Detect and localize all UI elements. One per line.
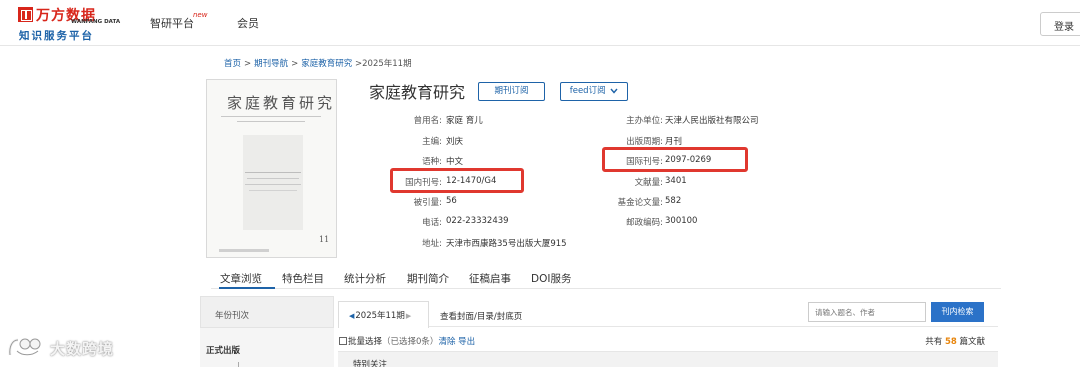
former-name-value: 家庭 育儿 xyxy=(446,116,483,126)
year-issue-header[interactable]: 年份刊次 xyxy=(200,296,334,328)
nav-member[interactable]: 会员 xyxy=(237,15,259,31)
fund-papers-label: 基金论文量: xyxy=(617,198,663,208)
total-number: 58 xyxy=(944,337,957,347)
breadcrumb-journal[interactable]: 家庭教育研究 xyxy=(301,59,352,69)
phone-label: 电话: xyxy=(422,218,442,228)
login-button[interactable]: 登录 xyxy=(1040,12,1080,36)
docs-value: 3401 xyxy=(665,176,687,186)
logo-mark-icon xyxy=(18,7,33,22)
highlight-box-cn-number xyxy=(390,168,524,193)
prev-issue-icon[interactable]: ◀ xyxy=(349,312,354,320)
journal-cover-image[interactable]: 家庭教育研究 11 xyxy=(206,79,337,258)
tab-journal-intro[interactable]: 期刊简介 xyxy=(407,271,449,286)
cycle-label: 出版周期: xyxy=(626,137,663,147)
tab-featured-columns[interactable]: 特色栏目 xyxy=(282,271,324,286)
export-link[interactable]: 导出 xyxy=(458,337,475,347)
cover-rule xyxy=(249,190,297,191)
total-suffix: 篇文献 xyxy=(959,337,985,347)
new-badge: new xyxy=(193,11,208,19)
total-prefix: 共有 xyxy=(925,337,943,347)
chevron-down-icon xyxy=(610,88,618,94)
tab-call-for-papers[interactable]: 征稿启事 xyxy=(469,271,511,286)
cover-barcode xyxy=(219,249,269,252)
postcode-label: 邮政编码: xyxy=(626,218,663,228)
docs-label: 文献量: xyxy=(634,178,663,188)
journal-tabs: 文章浏览 特色栏目 统计分析 期刊简介 征稿启事 DOI服务 xyxy=(211,265,1001,289)
watermark-text: 大数跨境 xyxy=(50,340,115,358)
formal-publication-label[interactable]: 正式出版 xyxy=(206,344,240,356)
address-label: 地址: xyxy=(422,239,442,249)
special-attention-label: 特别关注 xyxy=(353,360,388,367)
wanfang-logo[interactable]: 万方数据 WANFANG DATA 知识服务平台 xyxy=(18,6,121,42)
year-issue-panel: 年份刊次 正式出版 xyxy=(200,296,334,367)
cycle-value: 月刊 xyxy=(665,137,683,147)
total-count: 共有 58 篇文献 xyxy=(925,335,985,347)
cover-rule xyxy=(237,121,305,122)
special-section-header: 特别关注 xyxy=(338,351,998,367)
editor-label: 主编: xyxy=(422,137,442,147)
highlight-box-issn xyxy=(602,147,748,172)
cover-title: 家庭教育研究 xyxy=(227,94,336,112)
view-cover-link[interactable]: 查看封面/目录/封底页 xyxy=(440,310,522,322)
feed-subscribe-button[interactable]: feed订阅 xyxy=(560,82,628,101)
breadcrumb-separator: > xyxy=(291,59,299,69)
cover-rule xyxy=(245,184,301,185)
breadcrumb: 首页 > 期刊导航 > 家庭教育研究 >2025年11期 xyxy=(224,57,412,69)
language-value: 中文 xyxy=(446,157,464,167)
cover-artwork xyxy=(243,135,303,230)
journal-subscribe-button[interactable]: 期刊订阅 xyxy=(478,82,545,101)
logo-sub-text: 知识服务平台 xyxy=(19,30,94,42)
issue-selector[interactable]: ◀2025年11期▶ xyxy=(338,301,429,328)
watermark-logo-icon xyxy=(8,338,41,356)
clear-link[interactable]: 清除 xyxy=(438,337,455,347)
language-label: 语种: xyxy=(422,157,442,167)
fund-papers-value: 582 xyxy=(665,196,682,206)
cited-value: 56 xyxy=(446,196,457,206)
cover-rule xyxy=(245,172,301,173)
tab-doi-service[interactable]: DOI服务 xyxy=(531,271,571,286)
issue-label: 2025年11期 xyxy=(355,311,405,321)
batch-select-label[interactable]: 批量选择 xyxy=(348,337,382,347)
editor-value: 刘庆 xyxy=(446,137,464,147)
batch-select-row: 批量选择（已选择0条）清除 导出 共有 58 篇文献 xyxy=(338,335,998,349)
in-journal-search-button[interactable]: 刊内检索 xyxy=(931,302,984,322)
phone-value: 022-23332439 xyxy=(446,216,509,226)
batch-select-checkbox[interactable] xyxy=(339,337,347,345)
selected-count: （已选择0条） xyxy=(382,337,439,347)
batch-select-group: 批量选择（已选择0条）清除 导出 xyxy=(348,335,475,347)
in-journal-search-input[interactable] xyxy=(808,302,926,322)
issue-toolbar: ◀2025年11期▶ 查看封面/目录/封底页 刊内检索 xyxy=(338,297,998,328)
sponsor-label: 主办单位: xyxy=(626,116,663,126)
former-name-label: 曾用名: xyxy=(413,116,442,126)
cover-issue-number: 11 xyxy=(319,235,330,244)
breadcrumb-current: >2025年11期 xyxy=(355,59,412,69)
cover-rule xyxy=(221,116,321,117)
address-value: 天津市西康路35号出版大厦915 xyxy=(446,239,567,249)
postcode-value: 300100 xyxy=(665,216,698,226)
tab-statistics[interactable]: 统计分析 xyxy=(344,271,386,286)
active-tab-indicator xyxy=(219,287,275,289)
journal-title: 家庭教育研究 xyxy=(369,83,466,102)
cited-label: 被引量: xyxy=(413,198,442,208)
nav-zhiyan[interactable]: 智研平台 xyxy=(150,15,194,31)
feed-subscribe-label: feed订阅 xyxy=(569,86,606,96)
cover-rule xyxy=(247,178,299,179)
tree-connector xyxy=(238,362,239,367)
sponsor-value: 天津人民出版社有限公司 xyxy=(665,116,759,126)
breadcrumb-journal-nav[interactable]: 期刊导航 xyxy=(254,59,288,69)
top-header: 万方数据 WANFANG DATA 知识服务平台 智研平台 new 会员 登录 xyxy=(0,0,1080,46)
logo-en-text: WANFANG DATA xyxy=(71,19,121,25)
breadcrumb-separator: > xyxy=(244,59,252,69)
breadcrumb-home[interactable]: 首页 xyxy=(224,59,241,69)
tab-article-browse[interactable]: 文章浏览 xyxy=(220,271,262,286)
next-issue-icon[interactable]: ▶ xyxy=(406,312,411,320)
